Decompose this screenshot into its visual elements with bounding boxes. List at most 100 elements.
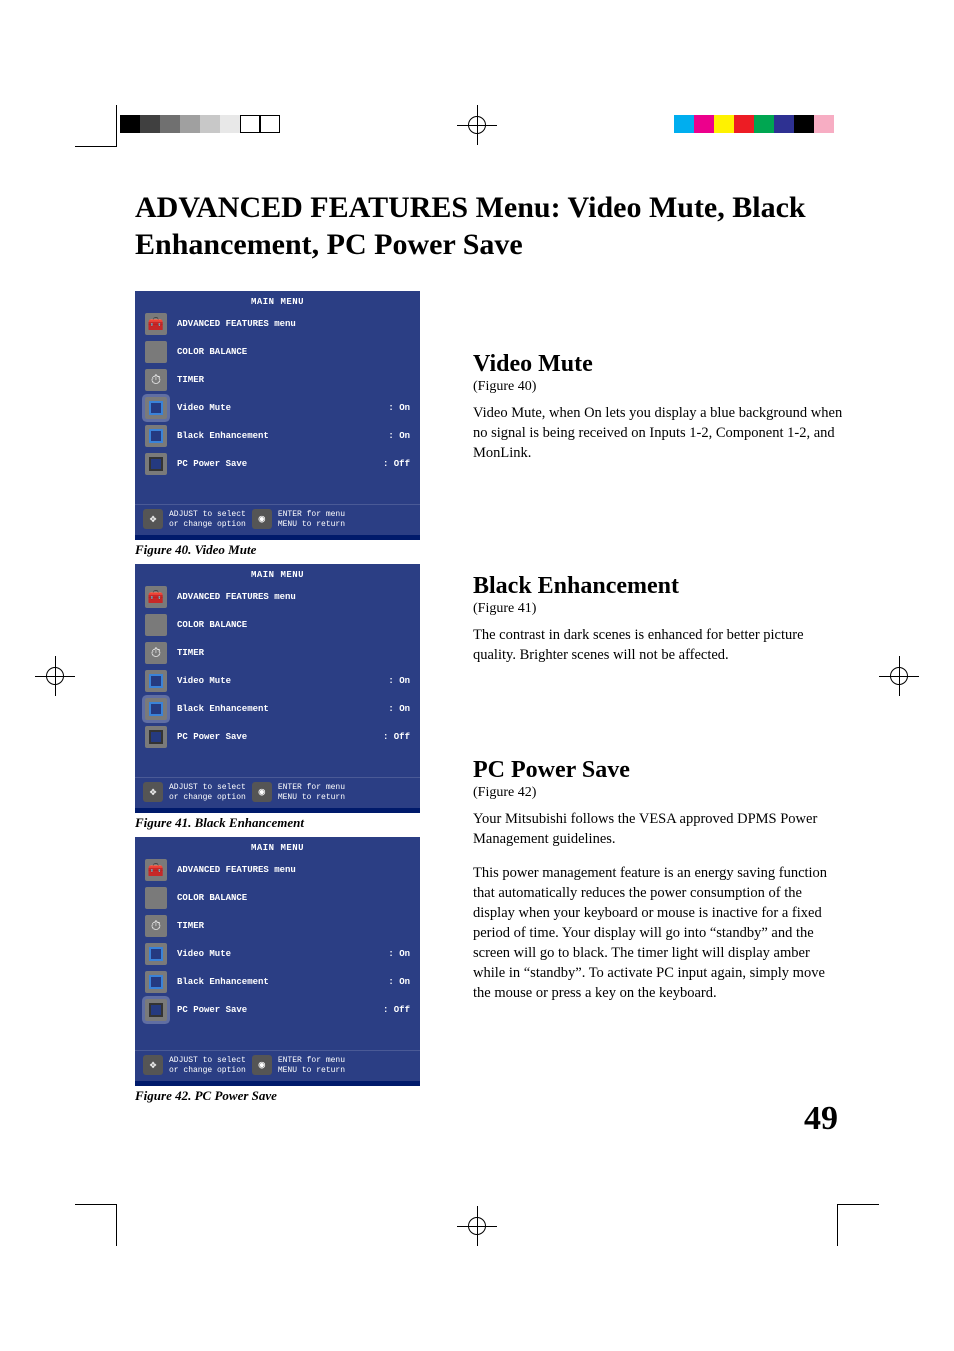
osd-row-label: PC Power Save — [177, 732, 383, 742]
osd-menu-title: MAIN MENU — [135, 564, 420, 583]
osd-menu-row: ⏱TIMER — [135, 912, 420, 940]
osd-menu-screenshot: MAIN MENU 🧰 ADVANCED FEATURES menu COLOR BA… — [135, 291, 420, 540]
figure-caption: Figure 42. PC Power Save — [135, 1088, 425, 1104]
page-number: 49 — [804, 1100, 838, 1138]
osd-row-label: Video Mute — [177, 403, 388, 413]
swatch — [694, 115, 714, 133]
osd-menu-title: MAIN MENU — [135, 837, 420, 856]
enter-icon: ◉ — [252, 1055, 272, 1075]
osd-row-label: TIMER — [177, 648, 410, 658]
osd-row-icon: 🧰 — [145, 313, 167, 335]
osd-row-icon — [145, 341, 167, 363]
osd-menu-row: 🧰 ADVANCED FEATURES menu — [135, 583, 420, 611]
osd-footer-text: MENU to return — [278, 793, 345, 802]
enter-icon: ◉ — [252, 782, 272, 802]
colorbar-grayscale — [120, 115, 280, 133]
body-video-mute: Video Mute, when On lets you display a b… — [473, 403, 844, 463]
osd-menu-row: Video Mute: On — [135, 940, 420, 968]
osd-row-icon: ⏱ — [145, 915, 167, 937]
osd-row-label: ADVANCED FEATURES menu — [177, 865, 410, 875]
osd-footer-text: MENU to return — [278, 1066, 345, 1075]
figures-column: MAIN MENU 🧰 ADVANCED FEATURES menu COLOR BA… — [135, 291, 425, 1110]
section-pc-power-save: PC Power Save (Figure 42) Your Mitsubish… — [473, 757, 844, 1003]
osd-row-value: : On — [388, 977, 410, 987]
osd-row-value: : Off — [383, 732, 410, 742]
crop-corner-bl — [75, 1204, 117, 1246]
crop-mark-right — [879, 656, 919, 696]
colorbar-process — [674, 115, 834, 133]
osd-footer: ✥ADJUST to selector change option◉ENTER … — [135, 504, 420, 529]
osd-menu-row: PC Power Save: Off — [135, 996, 420, 1024]
osd-row-value: : On — [388, 949, 410, 959]
osd-row-label: PC Power Save — [177, 459, 383, 469]
osd-footer-text: ENTER for menu — [278, 1056, 345, 1065]
osd-menu-row: Black Enhancement: On — [135, 422, 420, 450]
osd-row-label: TIMER — [177, 375, 410, 385]
osd-menu-row: Video Mute: On — [135, 667, 420, 695]
osd-row-label: Black Enhancement — [177, 704, 388, 714]
osd-row-icon — [145, 943, 167, 965]
osd-footer: ✥ADJUST to selector change option◉ENTER … — [135, 777, 420, 802]
swatch — [120, 115, 140, 133]
swatch — [774, 115, 794, 133]
crop-mark-top — [457, 105, 497, 145]
swatch — [734, 115, 754, 133]
osd-row-label: ADVANCED FEATURES menu — [177, 319, 410, 329]
osd-menu-title: MAIN MENU — [135, 291, 420, 310]
osd-footer-text: or change option — [169, 1066, 246, 1075]
swatch — [160, 115, 180, 133]
osd-menu-row: COLOR BALANCE — [135, 884, 420, 912]
figure-caption: Figure 41. Black Enhancement — [135, 815, 425, 831]
crop-corner-tl — [75, 105, 117, 147]
heading-video-mute: Video Mute — [473, 351, 844, 378]
osd-row-icon — [145, 887, 167, 909]
osd-menu-row: Black Enhancement: On — [135, 968, 420, 996]
swatch — [814, 115, 834, 133]
crop-corner-br — [837, 1204, 879, 1246]
swatch — [674, 115, 694, 133]
osd-row-label: Black Enhancement — [177, 431, 388, 441]
osd-row-value: : On — [388, 431, 410, 441]
text-column: Video Mute (Figure 40) Video Mute, when … — [473, 291, 844, 1110]
osd-menu-row: PC Power Save: Off — [135, 723, 420, 751]
heading-pc-power-save: PC Power Save — [473, 757, 844, 784]
osd-row-value: : Off — [383, 1005, 410, 1015]
osd-footer-text: ENTER for menu — [278, 510, 345, 519]
osd-menu-row: COLOR BALANCE — [135, 611, 420, 639]
osd-menu-screenshot: MAIN MENU🧰ADVANCED FEATURES menu COLOR BA… — [135, 837, 420, 1086]
osd-row-label: ADVANCED FEATURES menu — [177, 592, 410, 602]
section-video-mute: Video Mute (Figure 40) Video Mute, when … — [473, 351, 844, 463]
osd-row-icon — [145, 999, 167, 1021]
osd-menu-row: Black Enhancement: On — [135, 695, 420, 723]
swatch — [220, 115, 240, 133]
osd-footer-text: ADJUST to select — [169, 1056, 246, 1065]
osd-row-label: Video Mute — [177, 949, 388, 959]
osd-row-label: Video Mute — [177, 676, 388, 686]
swatch — [754, 115, 774, 133]
osd-row-icon — [145, 670, 167, 692]
osd-menu-row: ⏱TIMER — [135, 366, 420, 394]
osd-menu-row: 🧰ADVANCED FEATURES menu — [135, 856, 420, 884]
osd-row-icon — [145, 397, 167, 419]
swatch — [240, 115, 260, 133]
body-pc-power-save-2: This power management feature is an ener… — [473, 863, 844, 1003]
swatch — [794, 115, 814, 133]
swatch — [260, 115, 280, 133]
osd-menu-row: PC Power Save: Off — [135, 450, 420, 478]
enter-icon: ◉ — [252, 509, 272, 529]
osd-row-label: COLOR BALANCE — [177, 893, 410, 903]
swatch — [140, 115, 160, 133]
osd-row-value: : On — [388, 676, 410, 686]
figure-caption: Figure 40. Video Mute — [135, 542, 425, 558]
osd-menu-row: COLOR BALANCE — [135, 338, 420, 366]
osd-footer-text: or change option — [169, 520, 246, 529]
osd-row-icon — [145, 614, 167, 636]
osd-footer-text: ADJUST to select — [169, 510, 246, 519]
osd-menu-row: Video Mute: On — [135, 394, 420, 422]
body-black-enhancement: The contrast in dark scenes is enhanced … — [473, 625, 844, 665]
osd-row-value: : On — [388, 403, 410, 413]
osd-footer-text: ADJUST to select — [169, 783, 246, 792]
adjust-icon: ✥ — [143, 1055, 163, 1075]
subheading-video-mute: (Figure 40) — [473, 379, 844, 395]
osd-row-icon: 🧰 — [145, 586, 167, 608]
